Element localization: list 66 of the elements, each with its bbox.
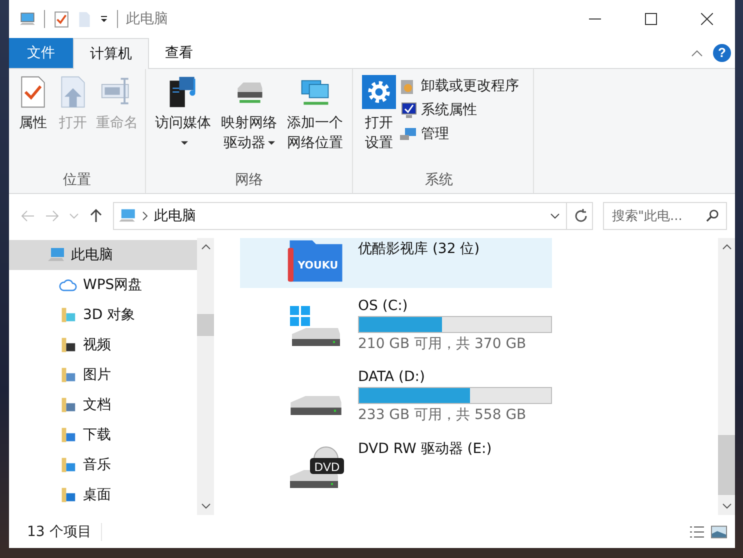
- group-label: 系统: [425, 171, 453, 190]
- hard-drive-icon: [290, 396, 342, 415]
- drive-item[interactable]: YOUKU 优酷影视库 (32 位): [240, 238, 552, 288]
- large-icons-view-icon[interactable]: [711, 524, 727, 538]
- drive-name: DATA (D:): [358, 369, 426, 385]
- nav-item[interactable]: 音乐: [9, 450, 197, 480]
- dropdown-icon[interactable]: [99, 15, 109, 23]
- ribbon-tab[interactable]: 文件: [9, 38, 73, 68]
- monitor-check-icon: [399, 101, 417, 119]
- nav-item[interactable]: 此电脑: [9, 240, 197, 270]
- ribbon-button[interactable]: 访问媒体: [150, 73, 216, 155]
- group-label: 位置: [63, 171, 91, 190]
- search-field[interactable]: 搜索"此电...: [603, 202, 727, 230]
- scrollbar-thumb[interactable]: [718, 435, 735, 495]
- ribbon-button[interactable]: 属性: [13, 73, 53, 135]
- address-bar[interactable]: 此电脑: [113, 202, 593, 230]
- window-title: 此电脑: [126, 10, 168, 28]
- search-icon: [706, 209, 719, 222]
- scroll-up-icon[interactable]: [200, 244, 210, 250]
- capacity-text: 210 GB 可用，共 370 GB: [358, 335, 528, 353]
- ribbon-button[interactable]: 映射网络驱动器: [216, 73, 282, 155]
- nav-item[interactable]: 桌面: [9, 480, 197, 510]
- drive-name: 优酷影视库 (32 位): [358, 240, 480, 258]
- refresh-icon[interactable]: [573, 208, 589, 224]
- item-count: 13 个项目: [27, 522, 102, 540]
- help-button[interactable]: ?: [713, 44, 731, 62]
- drive-name: OS (C:): [358, 298, 409, 314]
- nav-item[interactable]: 3D 对象: [9, 300, 197, 330]
- dropdown-arrow-icon: [268, 141, 274, 146]
- scroll-down-icon[interactable]: [722, 503, 732, 509]
- ribbon-button[interactable]: 打开设置: [359, 73, 399, 155]
- cloud-icon: [59, 277, 77, 293]
- chevron-down-icon[interactable]: [550, 213, 560, 219]
- ribbon-tab[interactable]: 查看: [149, 38, 209, 68]
- ribbon-button[interactable]: 系统属性: [399, 99, 519, 121]
- nav-item[interactable]: WPS网盘: [9, 270, 197, 300]
- drive-item[interactable]: OS (C:) 210 GB 可用，共 370 GB: [240, 296, 552, 359]
- ribbon-button[interactable]: 管理: [399, 123, 519, 145]
- drive-item[interactable]: DVD DVD RW 驱动器 (E:): [240, 438, 552, 496]
- computer-icon: [118, 208, 136, 224]
- computer-icon: [47, 247, 65, 263]
- scrollbar[interactable]: [197, 238, 214, 515]
- ribbon-button[interactable]: 卸载或更改程序: [399, 75, 519, 97]
- drive-item[interactable]: DATA (D:) 233 GB 可用，共 558 GB: [240, 367, 552, 430]
- drive-name: DVD RW 驱动器 (E:): [358, 440, 492, 458]
- nav-item[interactable]: 视频: [9, 330, 197, 360]
- nav-item[interactable]: 文档: [9, 390, 197, 420]
- nav-item[interactable]: 图片: [9, 360, 197, 390]
- computer-icon: [19, 10, 36, 28]
- settings-icon: [362, 75, 396, 109]
- capacity-text: 233 GB 可用，共 558 GB: [358, 406, 528, 424]
- scroll-down-icon[interactable]: [200, 503, 210, 509]
- scroll-up-icon[interactable]: [722, 244, 732, 250]
- ribbon-tab[interactable]: 计算机: [73, 38, 149, 69]
- checkmark-document-icon[interactable]: [53, 10, 70, 28]
- details-view-icon[interactable]: [689, 524, 705, 538]
- group-label: 网络: [235, 171, 263, 190]
- up-arrow-icon[interactable]: [89, 209, 103, 223]
- scrollbar-thumb[interactable]: [197, 314, 214, 336]
- ribbon-button[interactable]: 添加一个网络位置: [282, 73, 348, 155]
- scrollbar[interactable]: [718, 238, 735, 515]
- computer-tools-icon: [399, 125, 417, 143]
- nav-item[interactable]: 下载: [9, 420, 197, 450]
- dropdown-arrow-icon: [180, 141, 188, 146]
- chevron-right-icon: [142, 211, 148, 221]
- collapse-ribbon-icon[interactable]: [691, 49, 703, 57]
